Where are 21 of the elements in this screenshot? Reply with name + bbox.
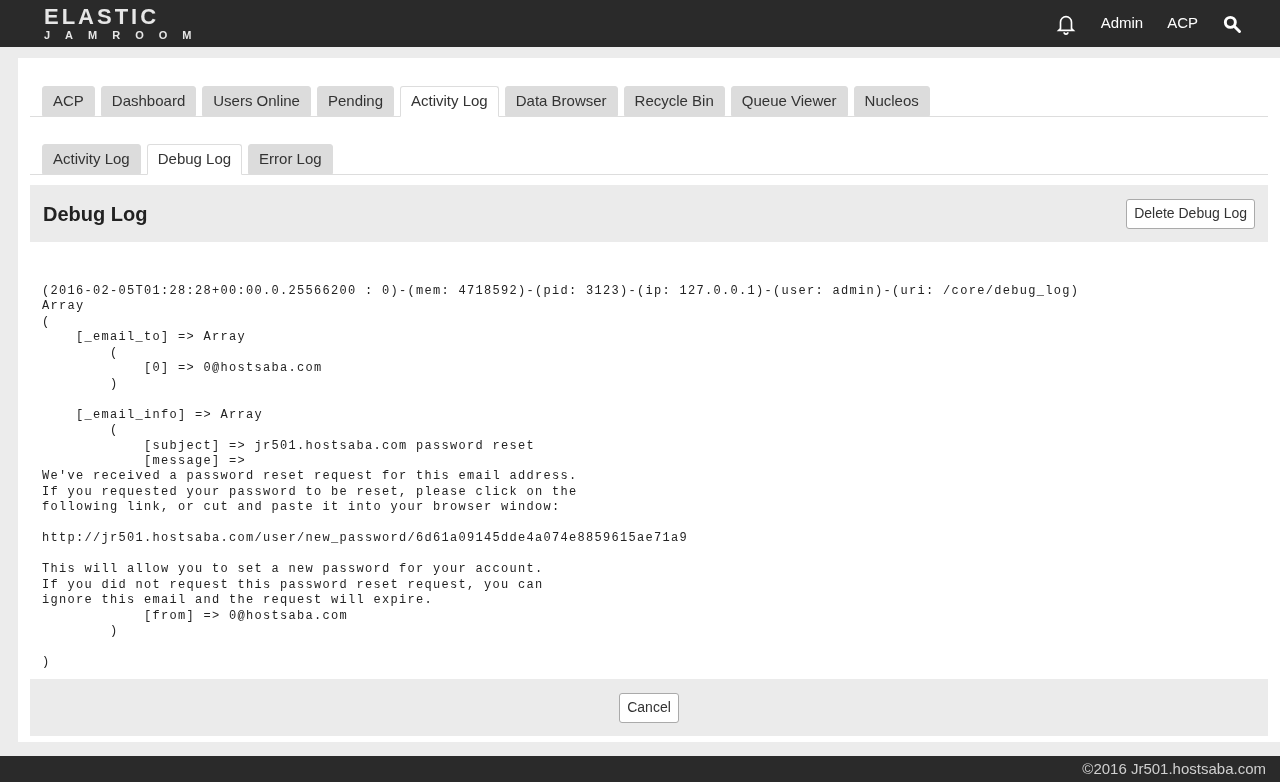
debug-log-text: (2016-02-05T01:28:28+00:00.0.25566200 : 0)-(mem: 4718592)-(pid: 3123)-(ip: 127.0.0.1)-(user: admin)-(uri: /core/debug_log) Array ( [_email_to] => Array ( [0] => 0@hostsaba.com ) [_email_info] => Array ( [subject] => jr501.hostsaba.com password reset [message] => We've received a password reset request for this email address. If you requested your password to be reset, please click on the following link, or cut and paste it into your browser window: http://jr501.hostsaba.com/user/new_password/6d61a09145dde4a074e8859615ae71a9 This will allow you to set a new password for your account. If you did not request this password reset request, you can ignore this email and the request will expire. [from] => 0@hostsaba.com ) ) bbox=[42, 284, 1081, 671]
tab[interactable]: Users Online bbox=[202, 86, 311, 116]
nav-link[interactable]: ACP bbox=[1167, 12, 1198, 35]
delete-debug-log-button[interactable]: Delete Debug Log bbox=[1126, 198, 1255, 229]
logo[interactable]: ELASTIC JAMROOM bbox=[44, 6, 207, 41]
nav-link[interactable]: Admin bbox=[1100, 12, 1144, 35]
tab[interactable]: Nucleos bbox=[853, 86, 930, 116]
cancel-button[interactable]: Cancel bbox=[619, 692, 679, 723]
tab[interactable]: Activity Log bbox=[400, 86, 499, 117]
panel-title: Debug Log bbox=[43, 201, 148, 227]
tab[interactable]: Recycle Bin bbox=[623, 86, 725, 116]
tab[interactable]: Dashboard bbox=[100, 86, 197, 116]
tab[interactable]: Error Log bbox=[248, 144, 333, 174]
tab[interactable]: Debug Log bbox=[146, 144, 243, 175]
search-icon[interactable] bbox=[1222, 13, 1242, 34]
tab[interactable]: Pending bbox=[316, 86, 394, 116]
tab[interactable]: Queue Viewer bbox=[730, 86, 848, 116]
tab[interactable]: Data Browser bbox=[504, 86, 618, 116]
copyright-text: ©2016 Jr501.hostsaba.com bbox=[1082, 758, 1266, 779]
tab[interactable]: Activity Log bbox=[42, 144, 141, 174]
tab[interactable]: ACP bbox=[42, 86, 95, 116]
